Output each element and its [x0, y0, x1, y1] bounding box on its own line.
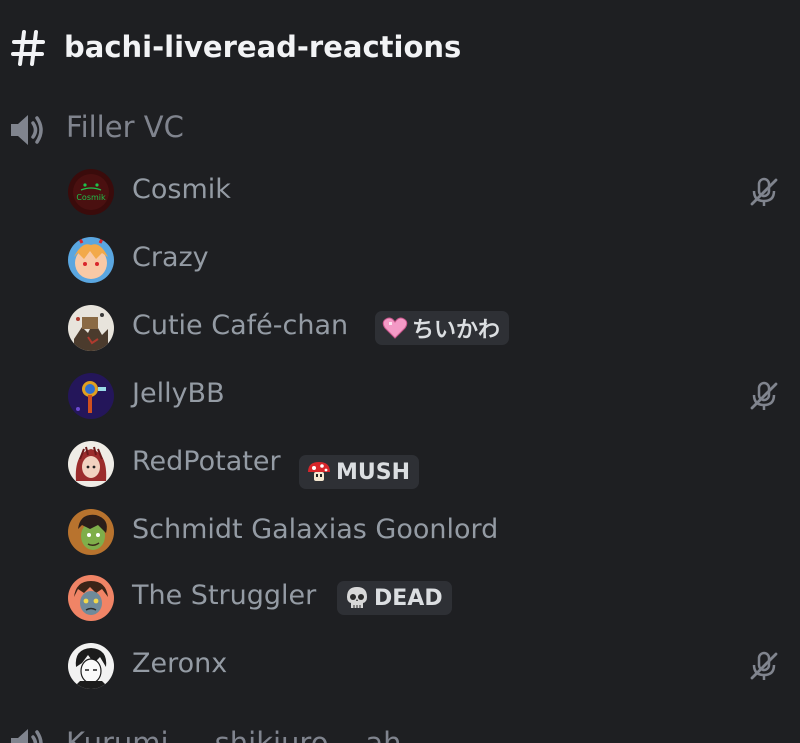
avatar — [68, 237, 114, 283]
avatar — [68, 643, 114, 689]
custom-status-tag: MUSH — [299, 455, 420, 489]
voice-channel-filler-vc[interactable]: Filler VC — [0, 104, 800, 156]
mute-icon — [750, 651, 778, 680]
red-mushroom-icon — [308, 462, 330, 481]
avatar — [68, 575, 114, 621]
custom-status-tag: ちいかわ — [375, 311, 510, 345]
mute-icon — [750, 177, 778, 206]
custom-status-tag: DEAD — [337, 581, 452, 615]
voice-member-cosmik[interactable]: Cosmik Cosmik — [0, 162, 800, 222]
skull-icon — [347, 587, 367, 608]
member-name: Cutie Café-chan — [132, 310, 349, 341]
avatar — [68, 441, 114, 487]
speaker-icon — [11, 115, 43, 145]
mute-icon — [750, 381, 778, 410]
voice-member-redpotater[interactable]: RedPotater MUSH — [0, 434, 800, 494]
avatar — [68, 373, 114, 419]
voice-member-jellybb[interactable]: JellyBB — [0, 366, 800, 426]
member-name: Cosmik — [132, 174, 231, 205]
voice-member-crazy[interactable]: Crazy — [0, 230, 800, 290]
voice-channel-next[interactable]: Kurumi ... shikiuro ...ah — [0, 722, 800, 743]
member-name: The Struggler — [132, 580, 317, 611]
member-name: RedPotater — [132, 446, 281, 477]
avatar — [68, 305, 114, 351]
text-channel-bachi-liveread-reactions[interactable]: bachi-liveread-reactions — [0, 20, 800, 76]
pink-heart-icon — [382, 317, 408, 339]
member-name: Schmidt Galaxias Goonlord — [132, 514, 499, 545]
channel-name: bachi-liveread-reactions — [64, 30, 462, 64]
tag-label: ちいかわ — [412, 318, 501, 343]
member-name: JellyBB — [132, 378, 225, 409]
voice-channel-name: Kurumi ... shikiuro ...ah — [66, 726, 402, 743]
voice-member-zeronx[interactable]: Zeronx — [0, 636, 800, 696]
channel-list: bachi-liveread-reactions Filler VC Cosmi… — [0, 0, 800, 743]
tag-label: MUSH — [336, 459, 411, 485]
svg-text:Cosmik: Cosmik — [76, 193, 106, 202]
tag-label: DEAD — [374, 585, 443, 611]
member-name: Zeronx — [132, 648, 228, 679]
voice-channel-name: Filler VC — [66, 110, 184, 144]
voice-member-the-struggler[interactable]: The Struggler DEAD — [0, 568, 800, 628]
avatar: Cosmik — [68, 169, 114, 215]
voice-member-schmidt-galaxias-goonlord[interactable]: Schmidt Galaxias Goonlord — [0, 502, 800, 562]
speaker-icon — [11, 729, 43, 743]
voice-member-cutie-cafe-chan[interactable]: Cutie Café-chan ちいかわ — [0, 298, 800, 358]
avatar — [68, 509, 114, 555]
hash-icon — [11, 30, 45, 66]
member-name: Crazy — [132, 242, 209, 273]
